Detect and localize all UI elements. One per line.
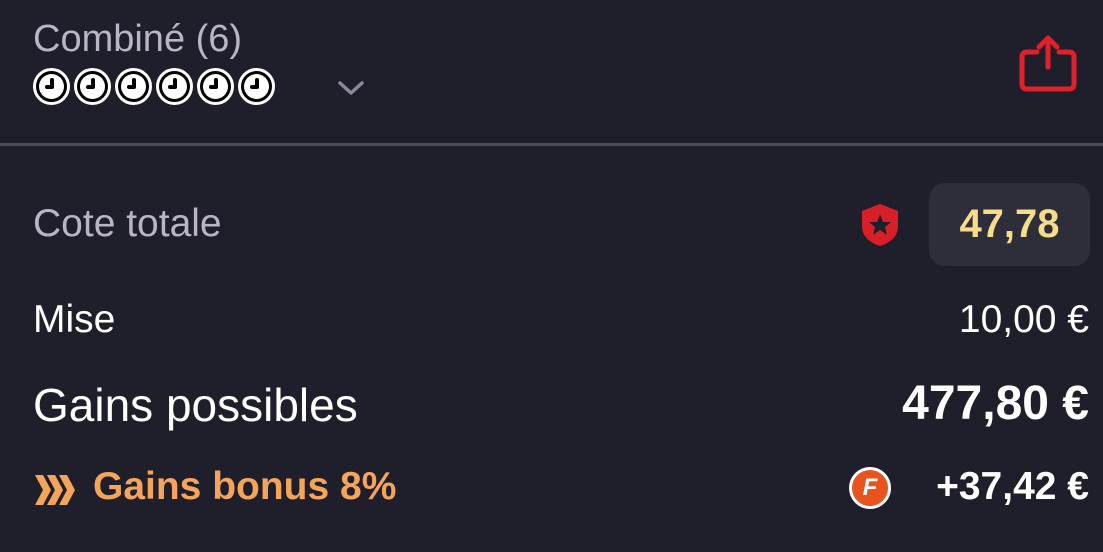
stake-value[interactable]: 10,00 € [959,298,1089,342]
total-odds-value[interactable]: 47,78 [929,183,1090,266]
bet-slip-header: Combiné (6) [0,0,1103,144]
chevrons-right-icon [35,475,75,505]
stake-label: Mise [33,298,116,341]
bonus-winnings-label[interactable]: Gains bonus 8% [93,465,396,509]
clock-icon [156,68,193,105]
share-icon[interactable] [1017,34,1079,94]
clock-icon [197,68,234,105]
clock-icon [238,68,275,105]
potential-winnings-label: Gains possibles [33,379,358,431]
total-odds-label: Cote totale [33,202,222,245]
shield-star-icon [862,204,898,246]
clock-icon [115,68,152,105]
potential-winnings-value: 477,80 € [902,377,1089,430]
selection-status-icons[interactable] [33,68,275,105]
bet-type-title: Combiné (6) [33,18,243,60]
chevron-down-icon[interactable] [337,78,365,98]
clock-icon [74,68,111,105]
clock-icon [33,68,70,105]
bonus-winnings-value: +37,42 € [936,465,1089,508]
bonus-badge-icon: F [849,467,891,509]
header-divider [0,143,1103,146]
